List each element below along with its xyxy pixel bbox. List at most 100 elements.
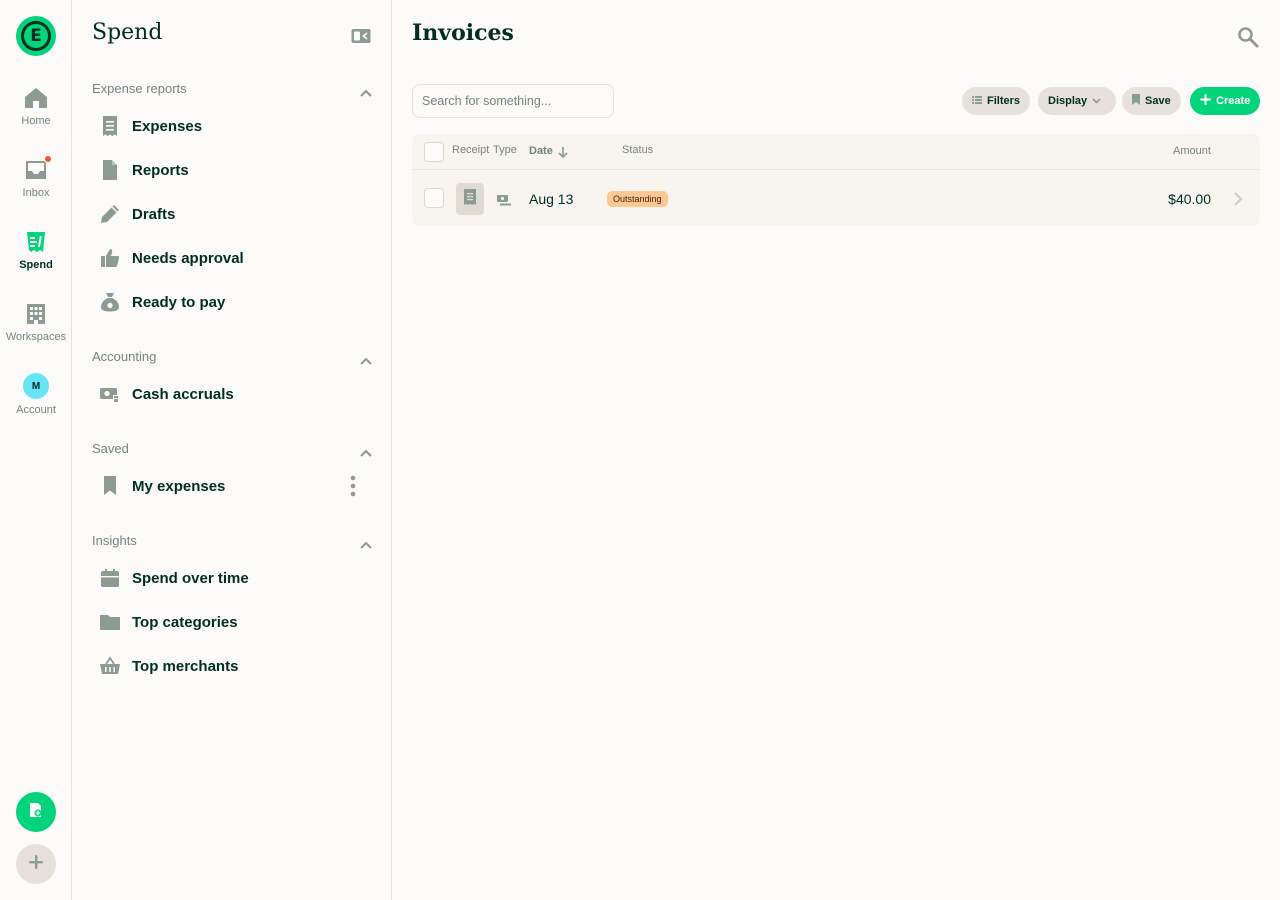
app-logo[interactable]: E	[16, 16, 56, 56]
chevron-down-icon	[1092, 95, 1106, 107]
rail-item-spend[interactable]: Spend	[0, 230, 72, 290]
sidebar-item-label: Cash accruals	[132, 385, 234, 403]
save-label: Save	[1145, 95, 1171, 107]
sidebar-item-cash-accruals[interactable]: Cash accruals	[100, 376, 380, 412]
rail-label-inbox: Inbox	[22, 187, 50, 199]
rail-item-account[interactable]: M Account	[0, 373, 72, 433]
column-header-receipt[interactable]: Receipt	[452, 144, 489, 156]
building-icon	[24, 302, 48, 326]
sidebar-item-top-categories[interactable]: Top categories	[100, 604, 380, 640]
plus-icon	[1200, 94, 1216, 108]
nav-rail: E Home Inbox Spend Workspaces M Account	[0, 0, 72, 900]
create-label: Create	[1216, 95, 1251, 107]
rail-label-home: Home	[21, 115, 51, 127]
table-header: Receipt Type Date Status Amount	[412, 134, 1260, 170]
rail-item-inbox[interactable]: Inbox	[0, 155, 72, 218]
receipt-icon	[24, 230, 48, 254]
section-header-accounting: Accounting	[92, 346, 372, 366]
home-icon	[24, 86, 48, 110]
add-button[interactable]	[16, 844, 56, 884]
search-icon	[1237, 27, 1259, 52]
sidebar-item-reports[interactable]: Reports	[100, 152, 380, 188]
sidebar-item-my-expenses[interactable]: My expenses	[100, 468, 380, 504]
section-label-insights: Insights	[92, 532, 137, 548]
bookmark-icon	[1132, 94, 1145, 108]
create-button[interactable]: Create	[1190, 87, 1261, 115]
rail-item-home[interactable]: Home	[0, 86, 72, 146]
sidebar-item-label: Top merchants	[132, 657, 239, 675]
search-button[interactable]	[1237, 26, 1259, 48]
calendar-icon	[100, 568, 120, 588]
plus-icon	[28, 854, 44, 875]
section-header-saved: Saved	[92, 438, 372, 458]
receipt-icon	[100, 116, 120, 136]
collapse-sidebar-icon	[351, 29, 371, 48]
display-label: Display	[1048, 95, 1088, 107]
sort-descending-icon[interactable]	[558, 146, 568, 164]
chevron-up-icon[interactable]	[360, 536, 372, 549]
status-badge: Outstanding	[607, 191, 668, 207]
section-label-accounting: Accounting	[92, 348, 157, 364]
section-header-insights: Insights	[92, 530, 372, 550]
sidebar-item-label: Expenses	[132, 117, 203, 135]
bookmark-icon	[100, 476, 120, 496]
sidebar-item-needs-approval[interactable]: Needs approval	[100, 240, 380, 276]
cash-icon	[497, 193, 511, 211]
rail-label-workspaces: Workspaces	[5, 331, 67, 343]
logo-letter: E	[21, 21, 51, 51]
new-expense-button[interactable]	[16, 792, 56, 832]
money-bag-icon	[100, 292, 120, 312]
basket-icon	[100, 656, 120, 676]
column-header-status[interactable]: Status	[622, 144, 653, 156]
cash-icon	[100, 384, 120, 404]
filters-button[interactable]: Filters	[962, 87, 1031, 115]
sidebar-item-ready-to-pay[interactable]: Ready to pay	[100, 284, 380, 320]
inbox-icon	[24, 155, 52, 182]
section-label-saved: Saved	[92, 440, 129, 456]
sidebar-item-drafts[interactable]: Drafts	[100, 196, 380, 232]
filters-label: Filters	[987, 95, 1021, 107]
sidebar-item-label: Drafts	[132, 205, 176, 223]
column-header-amount[interactable]: Amount	[1173, 145, 1211, 157]
inbox-notification-dot	[44, 155, 52, 163]
row-checkbox[interactable]	[424, 188, 444, 208]
table-row[interactable]: Aug 13 Outstanding $40.00	[412, 171, 1260, 226]
sidebar-item-top-merchants[interactable]: Top merchants	[100, 648, 380, 684]
column-header-date[interactable]: Date	[529, 145, 553, 157]
sidebar-item-expenses[interactable]: Expenses	[100, 108, 380, 144]
sidebar-item-label: Spend over time	[132, 569, 249, 587]
sidebar-item-label: My expenses	[132, 477, 226, 495]
filters-icon	[972, 95, 987, 107]
collapse-sidebar-button[interactable]	[351, 28, 371, 44]
save-button[interactable]: Save	[1122, 87, 1181, 115]
pencil-icon	[100, 204, 120, 224]
row-amount: $40.00	[1168, 191, 1211, 207]
new-expense-icon	[28, 802, 44, 823]
invoices-table: Receipt Type Date Status Amount Aug 13 O…	[412, 134, 1260, 226]
chevron-up-icon[interactable]	[360, 84, 372, 97]
rail-label-spend: Spend	[19, 259, 53, 271]
sidebar-item-label: Ready to pay	[132, 293, 226, 311]
display-button[interactable]: Display	[1038, 87, 1117, 115]
chevron-right-icon[interactable]	[1233, 191, 1243, 207]
section-header-expense-reports: Expense reports	[92, 78, 372, 98]
more-options-icon[interactable]	[350, 475, 356, 497]
section-label-expense-reports: Expense reports	[92, 80, 187, 96]
page-title: Invoices	[412, 20, 514, 46]
main-content: Invoices Filters Display Save Create Rec…	[392, 0, 1280, 900]
select-all-checkbox[interactable]	[424, 142, 444, 162]
sidebar-item-spend-over-time[interactable]: Spend over time	[100, 560, 380, 596]
receipt-icon	[464, 188, 476, 210]
rail-item-workspaces[interactable]: Workspaces	[0, 302, 72, 362]
chevron-up-icon[interactable]	[360, 444, 372, 457]
search-input[interactable]	[412, 84, 614, 118]
rail-label-account: Account	[16, 404, 56, 416]
sidebar: Spend Expense reports Expenses Reports D…	[72, 0, 392, 900]
receipt-thumbnail[interactable]	[456, 183, 484, 215]
sidebar-item-label: Top categories	[132, 613, 238, 631]
column-header-type[interactable]: Type	[493, 144, 517, 156]
folder-icon	[100, 612, 120, 632]
chevron-up-icon[interactable]	[360, 352, 372, 365]
sidebar-item-label: Needs approval	[132, 249, 244, 267]
thumbs-up-icon	[100, 248, 120, 268]
